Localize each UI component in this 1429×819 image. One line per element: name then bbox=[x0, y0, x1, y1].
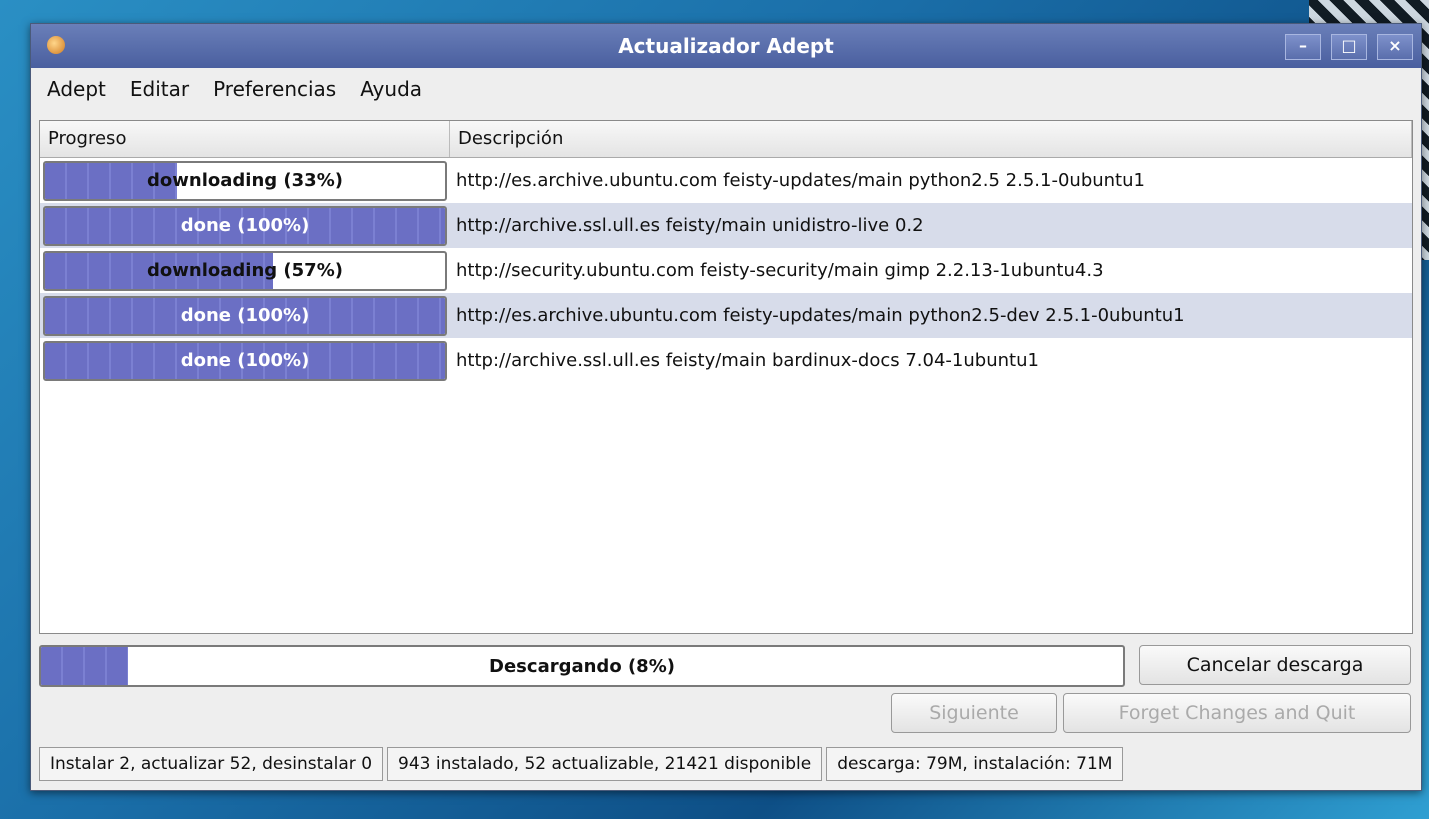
list-row[interactable]: done (100%) http://es.archive.ubuntu.com … bbox=[40, 293, 1412, 338]
list-rows: downloading (33%) http://es.archive.ubunt… bbox=[40, 158, 1412, 383]
forget-changes-quit-button[interactable]: Forget Changes and Quit bbox=[1063, 693, 1411, 733]
row-progress-bar: done (100%) bbox=[43, 295, 447, 336]
list-row[interactable]: done (100%) http://archive.ssl.ull.es fei… bbox=[40, 338, 1412, 383]
menu-adept[interactable]: Adept bbox=[47, 77, 106, 101]
window-title: Actualizador Adept bbox=[618, 34, 834, 58]
column-header-progress[interactable]: Progreso bbox=[40, 121, 450, 157]
menu-editar[interactable]: Editar bbox=[130, 77, 189, 101]
column-header-description[interactable]: Descripción bbox=[450, 121, 1412, 157]
row-description: http://archive.ssl.ull.es feisty/main un… bbox=[456, 215, 924, 236]
row-progress-bar: done (100%) bbox=[43, 205, 447, 246]
row-progress-label: downloading (57%) bbox=[147, 260, 343, 281]
adept-updater-window: Actualizador Adept – □ × Adept Editar Pr… bbox=[30, 23, 1422, 791]
row-progress-bar: downloading (57%) bbox=[43, 250, 447, 291]
row-progress-label: downloading (33%) bbox=[147, 170, 343, 191]
progress-cell: downloading (57%) bbox=[40, 248, 450, 293]
overall-progress-bar: Descargando (8%) bbox=[39, 645, 1125, 687]
status-install-summary: Instalar 2, actualizar 52, desinstalar 0 bbox=[39, 747, 384, 781]
status-package-counts: 943 instalado, 52 actualizable, 21421 di… bbox=[387, 747, 823, 781]
progress-cell: done (100%) bbox=[40, 203, 450, 248]
progress-cell: done (100%) bbox=[40, 293, 450, 338]
maximize-icon[interactable]: □ bbox=[1331, 34, 1367, 60]
row-description: http://es.archive.ubuntu.com feisty-upda… bbox=[456, 305, 1185, 326]
row-progress-label: done (100%) bbox=[180, 350, 310, 371]
row-progress-label: done (100%) bbox=[180, 215, 310, 236]
row-progress-bar: downloading (33%) bbox=[43, 160, 447, 201]
list-row[interactable]: downloading (57%) http://security.ubuntu.… bbox=[40, 248, 1412, 293]
status-bar: Instalar 2, actualizar 52, desinstalar 0… bbox=[39, 747, 1124, 781]
list-row[interactable]: done (100%) http://archive.ssl.ull.es fei… bbox=[40, 203, 1412, 248]
minimize-icon[interactable]: – bbox=[1285, 34, 1321, 60]
progress-cell: done (100%) bbox=[40, 338, 450, 383]
cancel-download-button[interactable]: Cancelar descarga bbox=[1139, 645, 1411, 685]
row-description: http://security.ubuntu.com feisty-securi… bbox=[456, 260, 1104, 281]
row-progress-bar: done (100%) bbox=[43, 340, 447, 381]
row-description: http://es.archive.ubuntu.com feisty-upda… bbox=[456, 170, 1145, 191]
overall-progress-label: Descargando (8%) bbox=[489, 655, 675, 677]
status-sizes: descarga: 79M, instalación: 71M bbox=[826, 747, 1124, 781]
list-header: Progreso Descripción bbox=[40, 121, 1412, 158]
menu-preferencias[interactable]: Preferencias bbox=[213, 77, 336, 101]
title-bar[interactable]: Actualizador Adept – □ × bbox=[31, 24, 1421, 68]
progress-cell: downloading (33%) bbox=[40, 158, 450, 203]
download-list[interactable]: Progreso Descripción downloading (33%) ht… bbox=[39, 120, 1413, 634]
list-row[interactable]: downloading (33%) http://es.archive.ubunt… bbox=[40, 158, 1412, 203]
row-progress-label: done (100%) bbox=[180, 305, 310, 326]
menu-ayuda[interactable]: Ayuda bbox=[360, 77, 422, 101]
next-button[interactable]: Siguiente bbox=[891, 693, 1057, 733]
close-icon[interactable]: × bbox=[1377, 34, 1413, 60]
row-description: http://archive.ssl.ull.es feisty/main ba… bbox=[456, 350, 1039, 371]
menu-bar: Adept Editar Preferencias Ayuda bbox=[31, 68, 1421, 110]
